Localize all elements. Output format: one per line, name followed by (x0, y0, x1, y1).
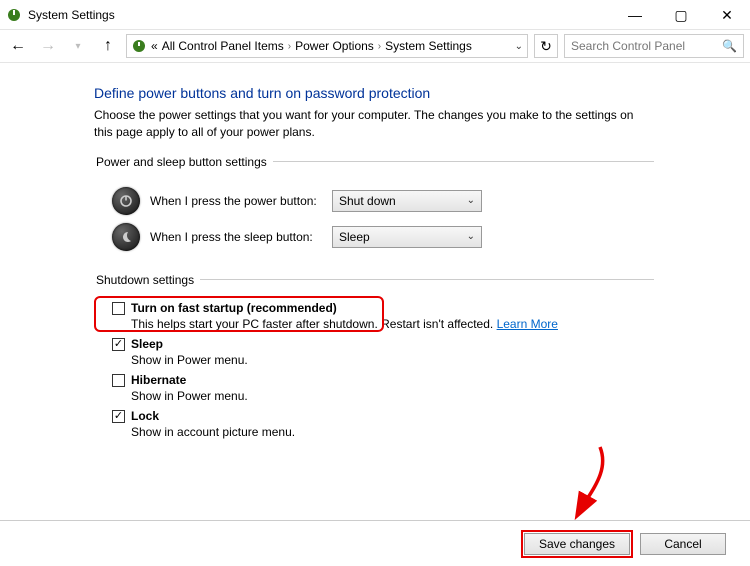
lock-sub: Show in account picture menu. (131, 425, 654, 439)
forward-button[interactable]: → (36, 34, 60, 58)
minimize-button[interactable]: — (612, 0, 658, 30)
window-title: System Settings (28, 8, 612, 22)
hibernate-sub: Show in Power menu. (131, 389, 654, 403)
chevron-down-icon: ⌄ (467, 195, 475, 206)
power-button-select[interactable]: Shut down ⌄ (332, 190, 482, 212)
sleep-button-icon (112, 223, 140, 251)
search-placeholder: Search Control Panel (571, 39, 718, 53)
power-sleep-section: Power and sleep button settings When I p… (94, 155, 654, 259)
power-sleep-legend: Power and sleep button settings (94, 155, 273, 169)
shutdown-settings-legend: Shutdown settings (94, 273, 200, 287)
hibernate-label: Hibernate (131, 373, 186, 387)
close-button[interactable]: ✕ (704, 0, 750, 30)
annotation-arrow (560, 442, 640, 532)
search-input[interactable]: Search Control Panel 🔍 (564, 34, 744, 58)
breadcrumb-lead[interactable]: « (151, 39, 158, 53)
fast-startup-checkbox[interactable] (112, 302, 125, 315)
sleep-checkbox[interactable] (112, 338, 125, 351)
save-button[interactable]: Save changes (524, 533, 630, 555)
breadcrumb-item[interactable]: System Settings (385, 39, 472, 53)
sleep-button-select[interactable]: Sleep ⌄ (332, 226, 482, 248)
sleep-label: Sleep (131, 337, 163, 351)
breadcrumb-item[interactable]: All Control Panel Items (162, 39, 284, 53)
power-button-icon (112, 187, 140, 215)
hibernate-checkbox[interactable] (112, 374, 125, 387)
chevron-down-icon: ⌄ (467, 231, 475, 242)
search-icon: 🔍 (722, 39, 737, 53)
shutdown-settings-section: Shutdown settings Turn on fast startup (… (94, 273, 654, 445)
sleep-button-label: When I press the sleep button: (150, 230, 322, 244)
chevron-right-icon: › (378, 41, 381, 52)
sleep-sub: Show in Power menu. (131, 353, 654, 367)
fast-startup-label: Turn on fast startup (recommended) (131, 301, 337, 315)
cancel-button[interactable]: Cancel (640, 533, 726, 555)
back-button[interactable]: ← (6, 34, 30, 58)
fast-startup-sub: This helps start your PC faster after sh… (131, 317, 493, 331)
address-bar[interactable]: « All Control Panel Items › Power Option… (126, 34, 528, 58)
page-description: Choose the power settings that you want … (94, 107, 654, 141)
learn-more-link[interactable]: Learn More (497, 317, 558, 331)
lock-checkbox[interactable] (112, 410, 125, 423)
lock-label: Lock (131, 409, 159, 423)
address-dropdown-button[interactable]: ⌄ (515, 41, 523, 52)
power-button-label: When I press the power button: (150, 194, 322, 208)
recent-locations-button[interactable]: ▾ (66, 34, 90, 58)
up-button[interactable]: ↑ (96, 34, 120, 58)
refresh-button[interactable]: ↻ (534, 34, 558, 58)
control-panel-icon (131, 38, 147, 54)
breadcrumb-item[interactable]: Power Options (295, 39, 374, 53)
maximize-button[interactable]: ▢ (658, 0, 704, 30)
sleep-button-value: Sleep (339, 230, 370, 244)
power-options-icon (6, 7, 22, 23)
power-button-value: Shut down (339, 194, 396, 208)
chevron-right-icon: › (288, 41, 291, 52)
page-heading: Define power buttons and turn on passwor… (94, 85, 750, 101)
